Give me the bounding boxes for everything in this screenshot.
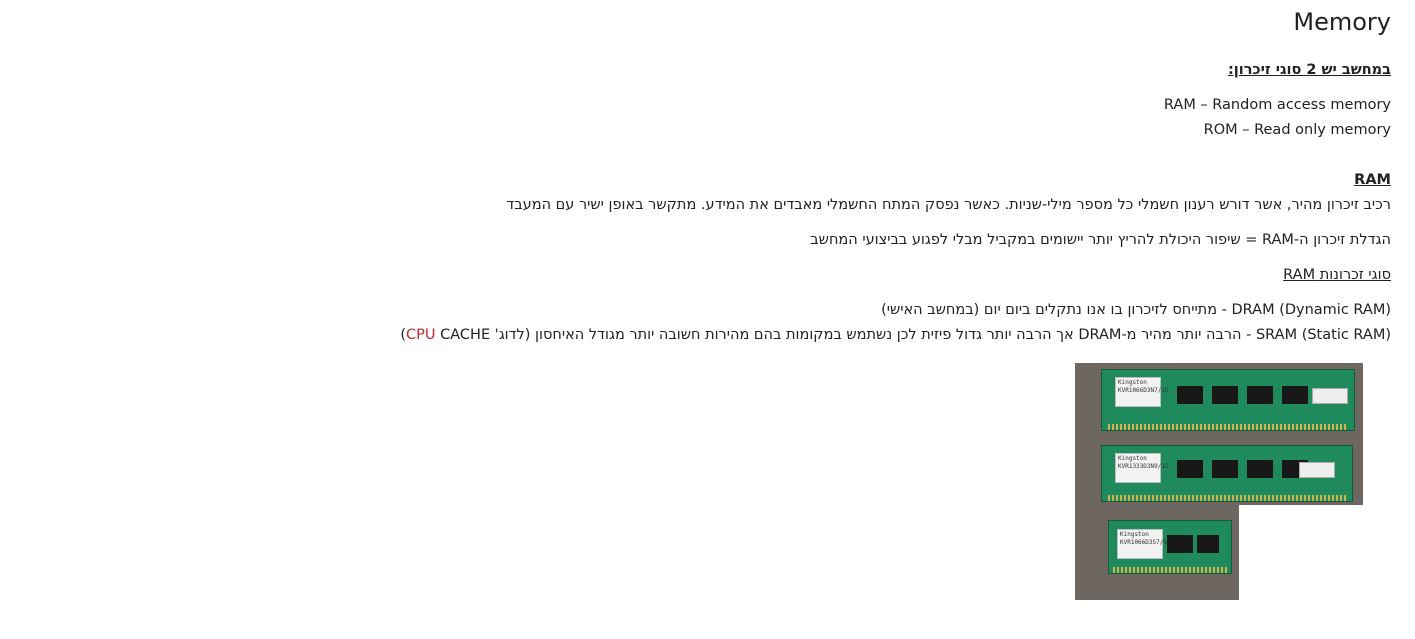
ram-description: רכיב זיכרון מהיר, אשר דורש רענון חשמלי כ… <box>506 197 1391 213</box>
memory-type-ram: RAM – Random access memory <box>1163 97 1391 113</box>
ram-heading: RAM <box>1354 172 1391 188</box>
ram-module-1: Kingston KVR1066D3N7/1G <box>1101 369 1355 431</box>
intro-heading: במחשב יש 2 סוגי זיכרון: <box>1227 62 1391 78</box>
module-1-label: Kingston KVR1066D3N7/1G <box>1115 377 1169 407</box>
module-2-label: Kingston KVR1333D3N9/1G <box>1115 453 1169 483</box>
page-title: Memory <box>1293 8 1391 36</box>
dram-description: DRAM (Dynamic RAM) - מתייחס לזיכרון בו א… <box>881 302 1391 318</box>
ram-upgrade-text: הגדלת זיכרון ה-RAM = שיפור היכולת להריץ … <box>810 232 1391 248</box>
ram-module-2: Kingston KVR1333D3N9/1G <box>1101 445 1353 502</box>
sram-description: SRAM (Static RAM) - הרבה יותר מהיר מ-DRA… <box>400 325 1391 345</box>
sram-main-text: SRAM (Static RAM) - הרבה יותר מהיר מ-DRA… <box>490 327 1391 343</box>
sram-cpu-highlight: CPU <box>406 327 436 343</box>
memory-type-rom: ROM – Read only memory <box>1203 122 1391 138</box>
module-3-label: Kingston KVR1066D3S7/512 <box>1117 529 1174 559</box>
ram-types-heading: סוגי זכרונות RAM <box>1283 267 1391 283</box>
ram-module-3: Kingston KVR1066D3S7/512 <box>1108 520 1232 574</box>
